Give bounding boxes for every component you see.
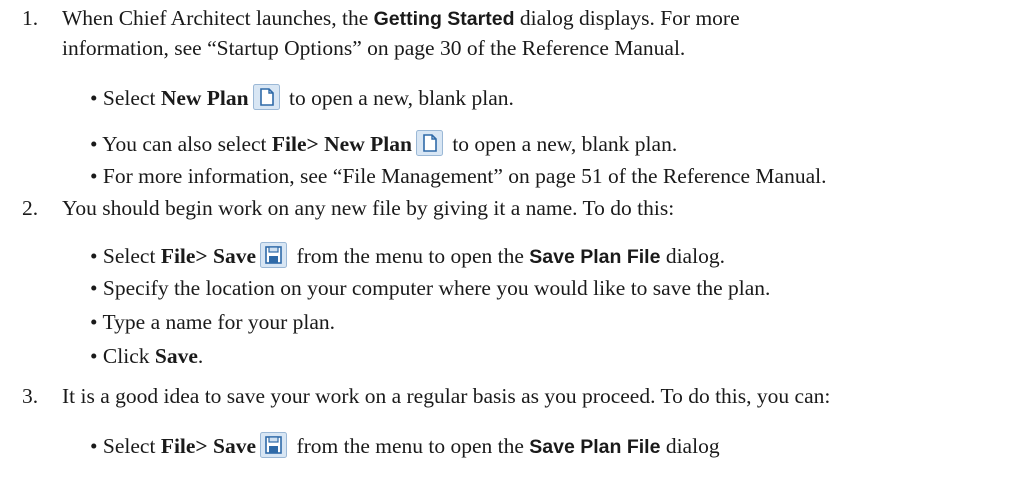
file-new-plan-label: File> New Plan: [271, 132, 412, 156]
step-2-line-1: You should begin work on any new file by…: [62, 196, 675, 220]
text: to open a new, blank plan.: [283, 86, 514, 110]
text: .: [197, 344, 204, 368]
new-plan-label: New Plan: [160, 86, 249, 110]
bullet-item: • Specify the location on your computer …: [90, 276, 771, 300]
bullet-item: • Select File> Save from the menu to ope…: [90, 432, 720, 459]
text: from the menu to open the: [291, 244, 530, 268]
step-1-line-1: When Chief Architect launches, the Getti…: [62, 6, 740, 31]
bullet-item: • Select File> Save from the menu to ope…: [90, 242, 725, 269]
step-3-line-1: It is a good idea to save your work on a…: [62, 384, 831, 408]
file-save-label: File> Save: [160, 244, 257, 268]
new-plan-icon: [415, 130, 443, 156]
step-number: 3.: [22, 384, 39, 408]
new-plan-icon: [252, 84, 280, 110]
save-plan-file-label: Save Plan File: [529, 246, 661, 268]
step-number: 2.: [22, 196, 39, 220]
text: from the menu to open the: [291, 434, 530, 458]
text: dialog displays. For more: [514, 6, 740, 30]
text: • Click: [90, 344, 155, 368]
text: • Select: [90, 434, 161, 458]
step-number: 1.: [22, 6, 39, 30]
bullet-item: • Click Save.: [90, 344, 203, 369]
text: When Chief Architect launches, the: [62, 6, 374, 30]
save-icon: [260, 242, 288, 268]
text: • You can also select: [90, 132, 272, 156]
bullet-item: • For more information, see “File Manage…: [90, 164, 827, 188]
save-icon: [260, 432, 288, 458]
file-save-label: File> Save: [160, 434, 257, 458]
text: dialog.: [660, 244, 725, 268]
save-label: Save: [154, 344, 198, 368]
bullet-item: • Select New Plan to open a new, blank p…: [90, 84, 514, 111]
text: • Select: [90, 244, 161, 268]
text: dialog: [660, 434, 720, 458]
bullet-item: • You can also select File> New Plan to …: [90, 130, 677, 157]
text: to open a new, blank plan.: [446, 132, 678, 156]
getting-started-label: Getting Started: [373, 8, 515, 30]
step-1-line-2: information, see “Startup Options” on pa…: [62, 36, 686, 60]
save-plan-file-label: Save Plan File: [529, 436, 661, 458]
bullet-item: • Type a name for your plan.: [90, 310, 336, 334]
text: • Select: [90, 86, 161, 110]
